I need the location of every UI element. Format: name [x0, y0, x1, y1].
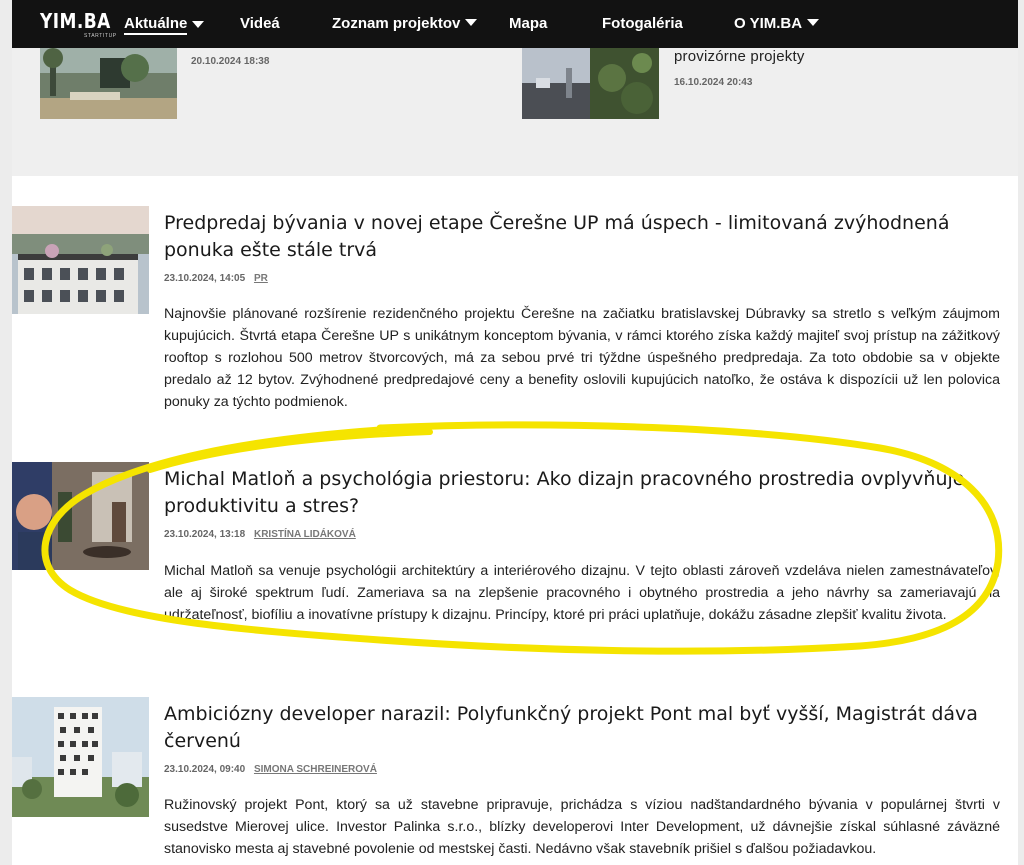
- nav-item-mapa[interactable]: Mapa: [509, 15, 547, 32]
- article-title[interactable]: Michal Matloň a psychológia priestoru: A…: [164, 466, 994, 520]
- article-thumbnail[interactable]: [12, 206, 149, 314]
- nav-label: Aktuálne: [124, 15, 188, 35]
- nav-item-fotogaleria[interactable]: Fotogaléria: [602, 15, 683, 32]
- chevron-down-icon: [192, 20, 205, 28]
- article-date: 23.10.2024, 14:05: [164, 273, 246, 284]
- article-thumbnail[interactable]: [12, 462, 149, 570]
- article-thumbnail[interactable]: [12, 697, 149, 817]
- nav-item-videa[interactable]: Videá: [240, 15, 280, 32]
- article-author[interactable]: PR: [254, 273, 268, 284]
- article-perex: Ružinovský projekt Pont, ktorý sa už sta…: [164, 797, 1000, 857]
- article-title[interactable]: Predpredaj bývania v novej etape Čerešne…: [164, 210, 994, 264]
- article-perex: Najnovšie plánované rozšírenie rezidenčn…: [164, 306, 1000, 410]
- nav-item-zoznam-projektov[interactable]: Zoznam projektov: [332, 15, 478, 32]
- article-title[interactable]: Ambiciózny developer narazil: Polyfunkčn…: [164, 701, 994, 755]
- article-meta: 23.10.2024, 09:40 Simona Schreinerová: [164, 764, 377, 775]
- top-navigation: YIM.BA STARTITUP Aktuálne Videá Zoznam p…: [12, 0, 1018, 48]
- article-perex: Michal Matloň sa venuje psychológii arch…: [164, 563, 1000, 623]
- card-date: 20.10.2024 18:38: [191, 56, 270, 67]
- nav-item-o-yimba[interactable]: O YIM.BA: [734, 15, 820, 32]
- card-title[interactable]: provizórne projekty: [674, 48, 805, 65]
- nav-label: Videá: [240, 15, 280, 32]
- nav-label: Mapa: [509, 15, 548, 32]
- article-list: [12, 176, 1018, 865]
- nav-label: O YIM.BA: [734, 15, 803, 32]
- article-author[interactable]: Simona Schreinerová: [254, 764, 377, 775]
- article-date: 23.10.2024, 09:40: [164, 764, 246, 775]
- nav-label: Zoznam projektov: [332, 15, 461, 32]
- site-logo[interactable]: YIM.BA STARTITUP: [40, 9, 123, 39]
- nav-item-aktualne[interactable]: Aktuálne: [124, 15, 205, 35]
- article-meta: 23.10.2024, 14:05 PR: [164, 273, 268, 284]
- chevron-down-icon: [807, 19, 820, 26]
- article-meta: 23.10.2024, 13:18 Kristína Lidáková: [164, 529, 356, 540]
- logo-text: YIM.BA: [40, 9, 111, 33]
- logo-subtext: STARTITUP: [84, 33, 117, 39]
- chevron-down-icon: [465, 19, 478, 26]
- nav-label: Fotogaléria: [602, 15, 683, 32]
- card-thumbnail[interactable]: [40, 48, 177, 119]
- article-author[interactable]: Kristína Lidáková: [254, 529, 356, 540]
- card-date: 16.10.2024 20:43: [674, 77, 753, 88]
- article-date: 23.10.2024, 13:18: [164, 529, 246, 540]
- card-thumbnail[interactable]: [522, 48, 659, 119]
